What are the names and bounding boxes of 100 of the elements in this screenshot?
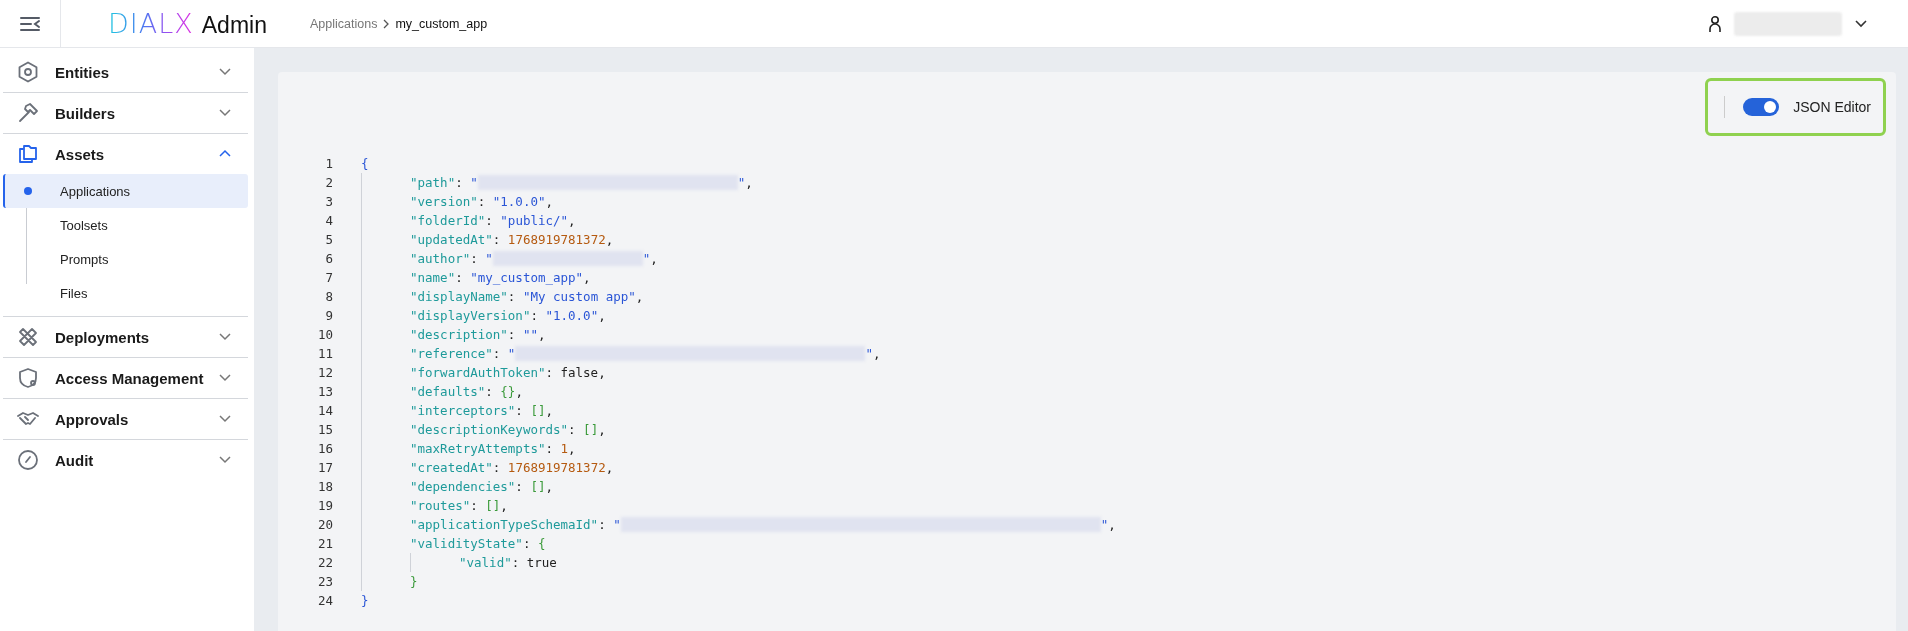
code-key: "dependencies" (410, 479, 516, 494)
code-punct: : (507, 289, 517, 304)
code-punct: : (470, 251, 479, 266)
line-number: 10 (316, 327, 333, 342)
code-punct: , (598, 308, 606, 323)
hexagon-icon (17, 61, 39, 83)
code-string: " (613, 517, 621, 532)
code-bracket2: [] (583, 422, 599, 437)
line-number: 18 (316, 479, 333, 494)
code-key: "displayName" (410, 289, 508, 304)
line-number: 20 (316, 517, 333, 532)
code-punct: , (545, 479, 553, 494)
menu-collapse-icon[interactable] (19, 14, 41, 33)
code-key: "routes" (410, 498, 471, 513)
line-number: 9 (324, 308, 333, 323)
code-bracket2: [] (530, 403, 546, 418)
code-key: "folderId" (410, 213, 486, 228)
code-key: "createdAt" (410, 460, 493, 475)
sidebar-item[interactable]: Deployments (0, 317, 254, 357)
code-punct: , (545, 194, 553, 209)
caret-down-icon[interactable] (1854, 18, 1868, 29)
code-string: "public/" (500, 213, 569, 228)
breadcrumb-current: my_custom_app (395, 16, 488, 31)
sidebar-item[interactable]: Audit (0, 440, 254, 480)
code-key: "applicationTypeSchemaId" (410, 517, 599, 532)
code-key: "valid" (459, 555, 512, 570)
breadcrumb-link[interactable]: Applications (310, 16, 378, 31)
sidebar-item[interactable]: Approvals (0, 399, 254, 439)
code-punct: : (455, 175, 464, 190)
code-key: "displayVersion" (410, 308, 531, 323)
code-bracket2: } (410, 574, 418, 589)
line-number: 8 (324, 289, 333, 304)
code-punct: , (515, 384, 523, 399)
code-punct: : (455, 270, 464, 285)
line-number: 19 (316, 498, 333, 513)
line-number: 22 (316, 555, 333, 570)
line-number: 11 (316, 346, 333, 361)
code-string: "" (522, 327, 538, 342)
code-punct: , (568, 213, 576, 228)
code-key: "defaults" (410, 384, 486, 399)
line-number: 16 (316, 441, 333, 456)
hammer-icon (17, 102, 39, 124)
chevron-icon (218, 414, 232, 424)
line-number: 17 (316, 460, 333, 475)
code-punct: : (492, 346, 502, 361)
chevron-icon (218, 373, 232, 383)
line-number: 15 (316, 422, 333, 437)
code-punct: , (745, 175, 753, 190)
line-number: 2 (324, 175, 333, 190)
code-string: " (485, 251, 493, 266)
code-punct: : (568, 422, 577, 437)
line-number: 21 (316, 536, 333, 551)
code-punct: : (485, 384, 494, 399)
sidebar-subitem[interactable]: Applications (3, 174, 248, 208)
sidebar-item[interactable]: Builders (0, 93, 254, 133)
code-key: "descriptionKeywords" (410, 422, 569, 437)
code-punct: : true (511, 555, 557, 570)
code-punct: , (1108, 517, 1116, 532)
chevron-icon (218, 455, 232, 465)
code-punct: , (872, 346, 881, 361)
code-key: "author" (410, 251, 471, 266)
code-key: "interceptors" (410, 403, 516, 418)
sidebar-item[interactable]: Access Management (0, 358, 254, 398)
user-icon[interactable] (1708, 14, 1722, 33)
code-string: " (737, 175, 746, 190)
code-punct: : (507, 327, 517, 342)
code-bracket2: [] (485, 498, 501, 513)
code-string: "1.0.0" (545, 308, 599, 323)
chevron-icon (218, 149, 232, 159)
code-key: "validityState" (410, 536, 523, 551)
shield-icon (17, 367, 39, 389)
sidebar-subitem[interactable]: Toolsets (3, 208, 248, 242)
tools-icon (17, 326, 39, 348)
code-punct: , (635, 289, 644, 304)
sidebar-subitem[interactable]: Files (3, 276, 248, 310)
chevron-icon (218, 67, 232, 77)
code-string: "my_custom_app" (470, 270, 584, 285)
line-number: 5 (324, 232, 333, 247)
code-key: "reference" (410, 346, 493, 361)
json-editor-toggle[interactable] (1743, 98, 1780, 116)
code-punct: : (492, 460, 502, 475)
code-key: "maxRetryAttempts" (410, 441, 546, 456)
code-string: " (1100, 517, 1109, 532)
code-bracket: { (361, 156, 369, 171)
sidebar-item[interactable]: Entities (0, 52, 254, 92)
sidebar-subitem[interactable]: Prompts (3, 242, 248, 276)
code-key: "updatedAt" (410, 232, 493, 247)
line-number: 12 (316, 365, 333, 380)
line-number: 4 (324, 213, 333, 228)
chevron-icon (218, 108, 232, 118)
code-punct: , (605, 232, 614, 247)
code-punct: , (583, 270, 591, 285)
code-key: "name" (410, 270, 456, 285)
toggle-label: JSON Editor (1793, 99, 1871, 115)
chevron-icon (218, 332, 232, 342)
code-punct: , (537, 327, 546, 342)
code-key: "version" (410, 194, 478, 209)
sidebar-item[interactable]: Assets (0, 134, 254, 174)
gauge-icon (17, 449, 39, 471)
code-punct: , (568, 441, 576, 456)
